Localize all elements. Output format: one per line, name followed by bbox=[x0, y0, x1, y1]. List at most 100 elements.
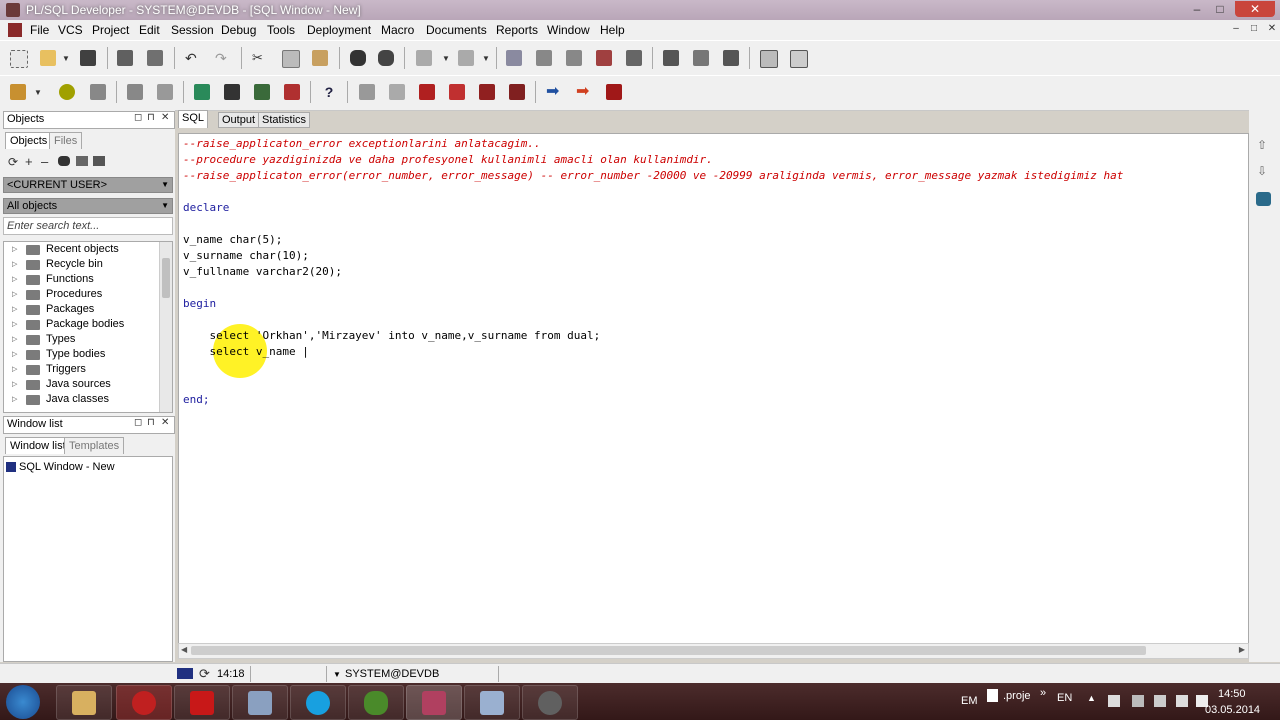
expand-icon[interactable]: ▷ bbox=[12, 272, 17, 287]
menu-window[interactable]: Window bbox=[547, 23, 590, 37]
wrench-icon[interactable] bbox=[90, 84, 106, 100]
copy-icon[interactable] bbox=[282, 50, 300, 68]
tree-item[interactable]: ▷ Packages bbox=[4, 302, 160, 317]
tab-sql[interactable]: SQL bbox=[178, 110, 209, 128]
find-icon[interactable] bbox=[350, 50, 366, 66]
tree-item[interactable]: ▷ Package bodies bbox=[4, 317, 160, 332]
down-arrow-icon[interactable]: ⇩ bbox=[1257, 164, 1267, 178]
tree-scrollbar[interactable] bbox=[159, 242, 172, 412]
print-preview-icon[interactable] bbox=[147, 50, 163, 66]
redo-icon[interactable]: ↷ bbox=[215, 50, 231, 66]
tab-files[interactable]: Files bbox=[49, 132, 83, 149]
menu-edit[interactable]: Edit bbox=[139, 23, 160, 37]
save-icon[interactable] bbox=[80, 50, 96, 66]
up-arrow-icon[interactable]: ⇧ bbox=[1257, 138, 1267, 152]
tray-chevron[interactable]: » bbox=[1040, 687, 1046, 699]
debug-start-icon[interactable] bbox=[359, 84, 375, 100]
mdi-restore-button[interactable]: □ bbox=[1246, 22, 1262, 36]
pane-pin-icon[interactable]: ⊓ bbox=[147, 112, 155, 123]
tray-app2-icon[interactable] bbox=[1154, 695, 1166, 707]
logon-icon[interactable] bbox=[10, 84, 26, 100]
scroll-left-icon[interactable]: ◀ bbox=[181, 645, 187, 654]
tree-item[interactable]: ▷ Recycle bin bbox=[4, 257, 160, 272]
menu-tools[interactable]: Tools bbox=[267, 23, 295, 37]
menu-file[interactable]: File bbox=[30, 23, 49, 37]
taskbar-skype-button[interactable] bbox=[290, 685, 346, 720]
menu-deployment[interactable]: Deployment bbox=[307, 23, 371, 37]
maximize-button[interactable]: □ bbox=[1208, 1, 1232, 17]
taskbar-pdf-button[interactable] bbox=[174, 685, 230, 720]
flag-icon[interactable] bbox=[1108, 695, 1120, 707]
debug-step-out-icon[interactable] bbox=[509, 84, 525, 100]
format-icon[interactable] bbox=[566, 50, 582, 66]
cascade-icon[interactable] bbox=[760, 50, 778, 68]
tray-app-icon[interactable] bbox=[1132, 695, 1144, 707]
add-icon[interactable]: + bbox=[25, 154, 33, 169]
compile-all-icon[interactable] bbox=[693, 50, 709, 66]
indent-icon[interactable] bbox=[416, 50, 432, 66]
goto-icon[interactable] bbox=[626, 50, 642, 66]
menu-help[interactable]: Help bbox=[600, 23, 625, 37]
replace-icon[interactable] bbox=[378, 50, 394, 66]
editor-hscrollbar[interactable]: ◀ ▶ bbox=[178, 643, 1249, 659]
network-icon[interactable] bbox=[1176, 695, 1188, 707]
tray-file-label[interactable]: .proje bbox=[1003, 690, 1031, 702]
refresh-icon[interactable]: ⟳ bbox=[8, 155, 18, 169]
tree-item[interactable]: ▷ Procedures bbox=[4, 287, 160, 302]
tray-up-arrow-icon[interactable]: ▲ bbox=[1087, 693, 1096, 703]
clock-time[interactable]: 14:50 bbox=[1218, 688, 1246, 700]
mdi-minimize-button[interactable]: – bbox=[1228, 22, 1244, 36]
new-test-window-icon[interactable] bbox=[254, 84, 270, 100]
menu-macro[interactable]: Macro bbox=[381, 23, 414, 37]
tile-icon[interactable] bbox=[790, 50, 808, 68]
tree-item[interactable]: ▷ Triggers bbox=[4, 362, 160, 377]
open-folder-icon[interactable] bbox=[40, 50, 56, 66]
debug-step-into-icon[interactable] bbox=[479, 84, 495, 100]
tab-statistics[interactable]: Statistics bbox=[258, 112, 311, 128]
menu-reports[interactable]: Reports bbox=[496, 23, 538, 37]
expand-icon[interactable]: ▷ bbox=[12, 377, 17, 392]
mdi-close-button[interactable]: ✕ bbox=[1264, 22, 1280, 36]
bookmark-icon[interactable] bbox=[596, 50, 612, 66]
export-icon[interactable] bbox=[723, 50, 739, 66]
run-arrow-icon[interactable]: ➡ bbox=[546, 84, 562, 100]
menu-debug[interactable]: Debug bbox=[221, 23, 256, 37]
tray-language-en[interactable]: EN bbox=[1057, 692, 1072, 704]
menu-vcs[interactable]: VCS bbox=[58, 23, 83, 37]
scrollbar-thumb[interactable] bbox=[191, 646, 1146, 655]
expand-icon[interactable]: ▷ bbox=[12, 242, 17, 257]
expand-icon[interactable]: ▷ bbox=[12, 287, 17, 302]
database-icon[interactable] bbox=[1256, 192, 1271, 206]
tab-output[interactable]: Output bbox=[218, 112, 260, 128]
taskbar-explorer-button[interactable] bbox=[56, 685, 112, 720]
print-icon[interactable] bbox=[117, 50, 133, 66]
sql-editor[interactable]: --raise_applicaton_error exceptionlarini… bbox=[178, 133, 1249, 645]
taskbar-opera-button[interactable] bbox=[116, 685, 172, 720]
paste-icon[interactable] bbox=[312, 50, 328, 66]
user-combo[interactable]: <CURRENT USER> ▼ bbox=[3, 177, 173, 193]
tree-item[interactable]: ▷ Recent objects bbox=[4, 242, 160, 257]
cut-icon[interactable]: ✂ bbox=[252, 50, 268, 66]
menu-documents[interactable]: Documents bbox=[426, 23, 487, 37]
expand-icon[interactable]: ▷ bbox=[12, 317, 17, 332]
logon-dropdown-icon[interactable]: ▼ bbox=[34, 88, 42, 97]
pane-close-icon[interactable]: ✕ bbox=[161, 417, 169, 428]
pane-float-icon[interactable]: ◻ bbox=[134, 417, 142, 428]
object-search-input[interactable]: Enter search text... bbox=[3, 217, 173, 235]
new-command-window-icon[interactable] bbox=[224, 84, 240, 100]
tree-item[interactable]: ▷ Functions bbox=[4, 272, 160, 287]
unindent-dropdown-icon[interactable]: ▼ bbox=[482, 54, 490, 63]
tree-item[interactable]: ▷ Type bodies bbox=[4, 347, 160, 362]
tree-item[interactable]: ▷ Java classes bbox=[4, 392, 160, 407]
object-filter-combo[interactable]: All objects ▼ bbox=[3, 198, 173, 214]
new-sql-window-icon[interactable] bbox=[194, 84, 210, 100]
unindent-icon[interactable] bbox=[458, 50, 474, 66]
menu-project[interactable]: Project bbox=[92, 23, 129, 37]
help-icon[interactable]: ? bbox=[321, 84, 337, 100]
new-report-window-icon[interactable] bbox=[284, 84, 300, 100]
expand-icon[interactable]: ▷ bbox=[12, 362, 17, 377]
properties-icon[interactable] bbox=[93, 156, 105, 166]
undo-icon[interactable]: ↶ bbox=[185, 50, 201, 66]
close-button[interactable]: ✕ bbox=[1235, 1, 1275, 17]
taskbar-virtualbox-button[interactable] bbox=[232, 685, 288, 720]
